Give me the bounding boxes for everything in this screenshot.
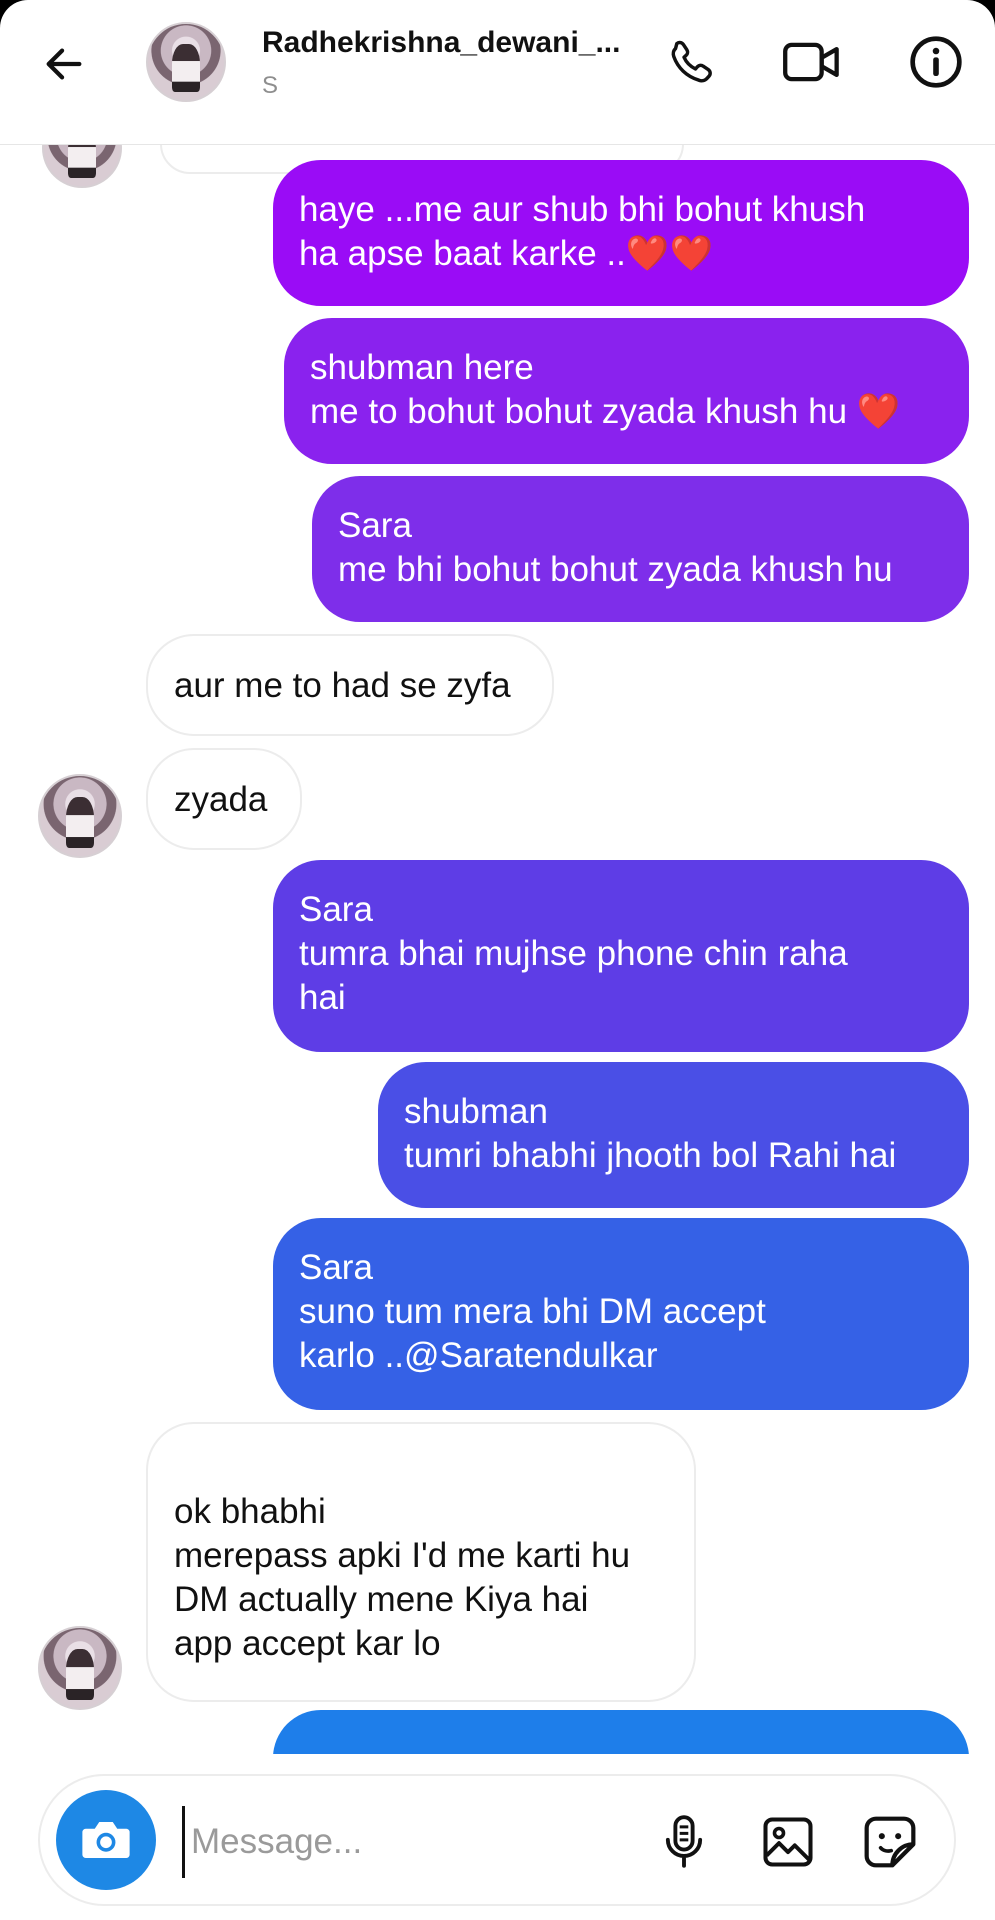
back-button[interactable]	[36, 36, 92, 92]
sender-avatar[interactable]	[38, 1626, 122, 1710]
gallery-button[interactable]	[756, 1810, 820, 1874]
back-arrow-icon	[46, 48, 82, 80]
chat-header: Radhekrishna_dewani_... S	[0, 0, 995, 145]
message-bubble-outgoing[interactable]: Sara suno tum mera bhi DM accept karlo .…	[273, 1218, 969, 1410]
camera-icon	[82, 1822, 130, 1858]
message-bubble-outgoing[interactable]: haye ...me aur shub bhi bohut khush ha a…	[273, 160, 969, 306]
sender-avatar	[42, 144, 122, 188]
sticker-icon	[864, 1816, 916, 1868]
gallery-icon	[763, 1817, 813, 1867]
message-input[interactable]	[182, 1806, 663, 1878]
message-thread[interactable]: haye ...me aur shub bhi bohut khush ha a…	[0, 144, 995, 1754]
message-bubble-incoming[interactable]: ok bhabhi merepass apki I'd me karti hu …	[146, 1422, 696, 1702]
sticker-button[interactable]	[858, 1810, 922, 1874]
contact-name[interactable]: Radhekrishna_dewani_...	[262, 26, 620, 60]
conversation-info-button[interactable]	[906, 32, 966, 92]
message-composer	[38, 1774, 956, 1906]
info-icon	[910, 36, 962, 88]
message-bubble-incoming[interactable]: zyada	[146, 748, 302, 850]
video-call-button[interactable]	[782, 32, 842, 92]
microphone-icon	[665, 1815, 703, 1868]
audio-call-button[interactable]	[662, 32, 722, 92]
camera-button[interactable]	[56, 1790, 156, 1890]
message-bubble-outgoing[interactable]: Sara tumra bhai mujhse phone chin raha h…	[273, 860, 969, 1052]
header-avatar[interactable]	[146, 22, 226, 102]
phone-icon	[671, 40, 712, 83]
sender-avatar[interactable]	[38, 774, 122, 858]
video-camera-icon	[783, 42, 839, 82]
message-bubble-incoming[interactable]: aur me to had se zyfa	[146, 634, 554, 736]
message-bubble-outgoing[interactable]: shubman here me to bohut bohut zyada khu…	[284, 318, 969, 464]
voice-message-button[interactable]	[652, 1810, 716, 1874]
message-bubble-outgoing-partial[interactable]	[273, 1710, 969, 1754]
message-bubble-outgoing[interactable]: Sara me bhi bohut bohut zyada khush hu	[312, 476, 969, 622]
message-bubble-outgoing[interactable]: shubman tumri bhabhi jhooth bol Rahi hai	[378, 1062, 969, 1208]
contact-subtitle: S	[262, 72, 279, 99]
